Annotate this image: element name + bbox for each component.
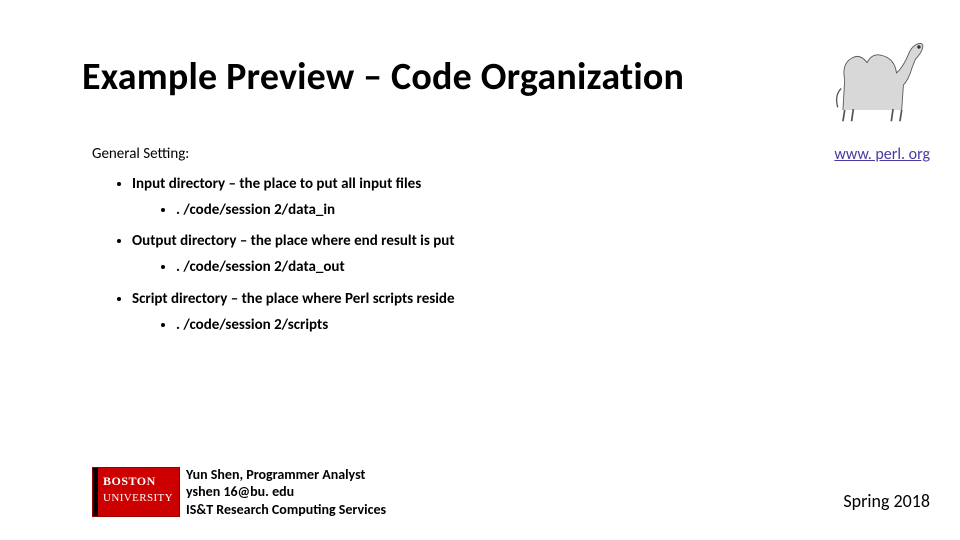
author-dept: IS&T Research Computing Services xyxy=(186,501,386,519)
perl-org-link[interactable]: www. perl. org xyxy=(834,145,930,164)
item-heading: Script directory – the place where Perl … xyxy=(132,290,455,308)
term-label: Spring 2018 xyxy=(843,490,930,512)
list-item: Script directory – the place where Perl … xyxy=(132,289,455,337)
slide-title: Example Preview – Code Organization xyxy=(82,54,684,100)
list-item: Input directory – the place to put all i… xyxy=(132,174,455,222)
item-heading: Output directory – the place where end r… xyxy=(132,232,455,250)
bu-logo-line2: UNIVERSITY xyxy=(103,492,173,504)
author-block: Yun Shen, Programmer Analyst yshen 16@bu… xyxy=(186,466,386,519)
bu-logo-icon: BOSTON UNIVERSITY xyxy=(92,467,180,517)
author-name: Yun Shen, Programmer Analyst xyxy=(186,466,386,484)
settings-list: Input directory – the place to put all i… xyxy=(132,174,455,337)
list-item: Output directory – the place where end r… xyxy=(132,231,455,279)
camel-icon xyxy=(825,28,930,123)
bu-logo-line1: BOSTON xyxy=(103,474,156,489)
slide: Example Preview – Code Organization www.… xyxy=(0,0,960,540)
footer: BOSTON UNIVERSITY Yun Shen, Programmer A… xyxy=(92,466,386,519)
author-email: yshen 16@bu. edu xyxy=(186,483,386,501)
item-path: . /code/session 2/data_out xyxy=(176,257,455,279)
general-setting-label: General Setting: xyxy=(92,144,455,166)
item-path: . /code/session 2/scripts xyxy=(176,315,455,337)
item-heading: Input directory – the place to put all i… xyxy=(132,175,421,193)
item-path: . /code/session 2/data_in xyxy=(176,200,455,222)
content-body: General Setting: Input directory – the p… xyxy=(92,144,455,346)
